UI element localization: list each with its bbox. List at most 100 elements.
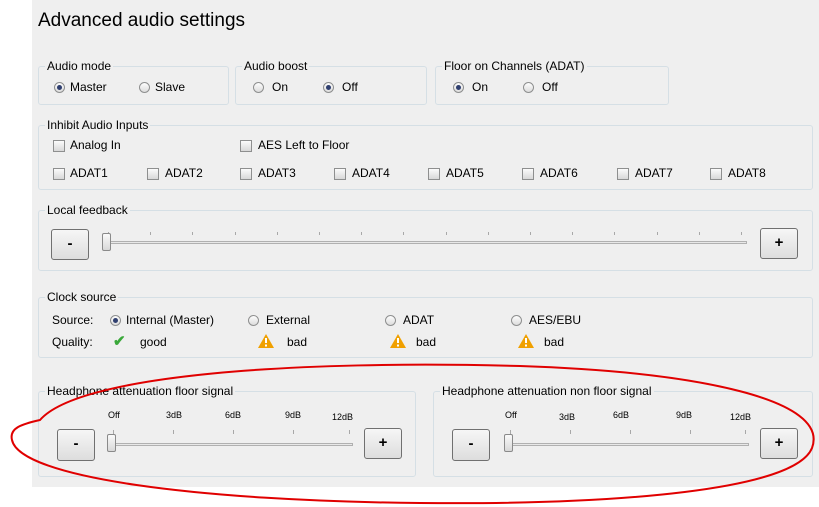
checkbox-adat4[interactable] (334, 168, 346, 180)
local-feedback-tick (445, 232, 447, 235)
local-feedback-tick (234, 232, 236, 235)
checkbox-adat7[interactable] (617, 168, 629, 180)
hp-floor-title: Headphone attenuation floor signal (45, 384, 236, 398)
hp-nonfloor-scale-12db: 12dB (730, 412, 752, 422)
hp-nonfloor-slider-thumb[interactable] (504, 434, 513, 452)
radio-clock-internal[interactable] (110, 315, 121, 326)
radio-floor-on-label: On (472, 80, 489, 94)
hp-nonfloor-tick (630, 430, 631, 434)
local-feedback-plus-button[interactable]: + (760, 228, 798, 259)
floor-channels-title: Floor on Channels (ADAT) (442, 59, 587, 73)
checkbox-adat6-label: ADAT6 (540, 166, 578, 180)
local-feedback-tick (614, 232, 616, 235)
radio-clock-aesebu[interactable] (511, 315, 522, 326)
radio-floor-on[interactable] (453, 82, 464, 93)
audio-mode-title: Audio mode (45, 59, 114, 73)
quality-aesebu: bad (544, 335, 565, 349)
radio-master-label: Master (70, 80, 107, 94)
hp-floor-scale-9db: 9dB (285, 410, 302, 420)
quality-adat: bad (416, 335, 437, 349)
hp-floor-plus-button[interactable]: + (364, 428, 402, 459)
local-feedback-tick (741, 232, 742, 235)
radio-slave[interactable] (139, 82, 150, 93)
hp-floor-slider-track[interactable] (108, 443, 353, 446)
local-feedback-slider-thumb[interactable] (102, 233, 111, 251)
hp-floor-scale-off: Off (108, 410, 120, 420)
hp-floor-slider-thumb[interactable] (107, 434, 116, 452)
inhibit-group: Inhibit Audio Inputs (38, 118, 813, 190)
checkbox-adat6[interactable] (522, 168, 534, 180)
checkbox-adat5[interactable] (428, 168, 440, 180)
checkbox-adat2[interactable] (147, 168, 159, 180)
hp-nonfloor-slider-track[interactable] (505, 443, 749, 446)
checkbox-adat1-label: ADAT1 (70, 166, 108, 180)
checkbox-analog-in[interactable] (53, 140, 65, 152)
radio-boost-off-label: Off (342, 80, 358, 94)
local-feedback-tick (150, 232, 152, 235)
hp-nonfloor-plus-button[interactable]: + (760, 428, 798, 459)
hp-floor-tick (293, 430, 294, 434)
checkbox-adat3-label: ADAT3 (258, 166, 296, 180)
local-feedback-minus-button[interactable]: - (51, 229, 89, 260)
audio-boost-title: Audio boost (242, 59, 310, 73)
hp-floor-tick (173, 430, 174, 434)
local-feedback-tick (656, 232, 658, 235)
local-feedback-tick (361, 232, 363, 235)
checkbox-adat7-label: ADAT7 (635, 166, 673, 180)
checkbox-adat8-label: ADAT8 (728, 166, 766, 180)
local-feedback-tick (403, 232, 405, 235)
local-feedback-tick (487, 232, 489, 235)
quality-external: bad (287, 335, 308, 349)
checkbox-adat8[interactable] (710, 168, 722, 180)
radio-master[interactable] (54, 82, 65, 93)
radio-floor-off[interactable] (523, 82, 534, 93)
warning-icon (518, 334, 534, 348)
hp-nonfloor-tick (570, 430, 571, 434)
hp-floor-scale-3db: 3dB (166, 410, 183, 420)
hp-nonfloor-minus-button[interactable]: - (452, 429, 490, 461)
hp-floor-minus-button[interactable]: - (57, 429, 95, 461)
hp-nonfloor-group: Headphone attenuation non floor signal (433, 384, 813, 477)
audio-mode-group: Audio mode (38, 59, 229, 105)
local-feedback-tick (572, 232, 574, 235)
clock-source-label: Source: (52, 313, 94, 327)
checkbox-adat1[interactable] (53, 168, 65, 180)
local-feedback-tick (192, 232, 194, 235)
hp-floor-scale-12db: 12dB (332, 412, 354, 422)
local-feedback-slider-track[interactable] (103, 241, 747, 244)
radio-slave-label: Slave (155, 80, 186, 94)
clock-source-title: Clock source (45, 290, 119, 304)
hp-nonfloor-scale-6db: 6dB (613, 410, 630, 420)
radio-clock-internal-label: Internal (Master) (126, 313, 215, 327)
local-feedback-tick (530, 232, 531, 235)
check-icon: ✔ (113, 333, 126, 350)
radio-clock-adat[interactable] (385, 315, 396, 326)
quality-internal: good (140, 335, 167, 349)
checkbox-adat3[interactable] (240, 168, 252, 180)
hp-nonfloor-scale-off: Off (505, 410, 517, 420)
hp-nonfloor-tick (745, 430, 746, 434)
hp-nonfloor-title: Headphone attenuation non floor signal (440, 384, 654, 398)
radio-boost-on[interactable] (253, 82, 264, 93)
radio-clock-adat-label: ADAT (403, 313, 435, 327)
local-feedback-tick (698, 232, 700, 235)
hp-nonfloor-tick (690, 430, 691, 434)
warning-icon (258, 334, 274, 348)
checkbox-analog-in-label: Analog In (70, 138, 121, 152)
checkbox-aes-left-label: AES Left to Floor (258, 138, 350, 152)
warning-icon (390, 334, 406, 348)
local-feedback-tick (319, 232, 320, 235)
radio-clock-external[interactable] (248, 315, 259, 326)
checkbox-adat4-label: ADAT4 (352, 166, 390, 180)
clock-quality-label: Quality: (52, 335, 93, 349)
hp-floor-tick (233, 430, 234, 434)
hp-floor-tick (349, 430, 350, 434)
hp-floor-scale-6db: 6dB (225, 410, 242, 420)
hp-nonfloor-scale-9db: 9dB (676, 410, 693, 420)
radio-boost-off[interactable] (323, 82, 334, 93)
radio-boost-on-label: On (272, 80, 289, 94)
page-title: Advanced audio settings (38, 10, 246, 31)
local-feedback-tick (276, 232, 278, 235)
radio-clock-external-label: External (266, 313, 311, 327)
checkbox-aes-left[interactable] (240, 140, 252, 152)
